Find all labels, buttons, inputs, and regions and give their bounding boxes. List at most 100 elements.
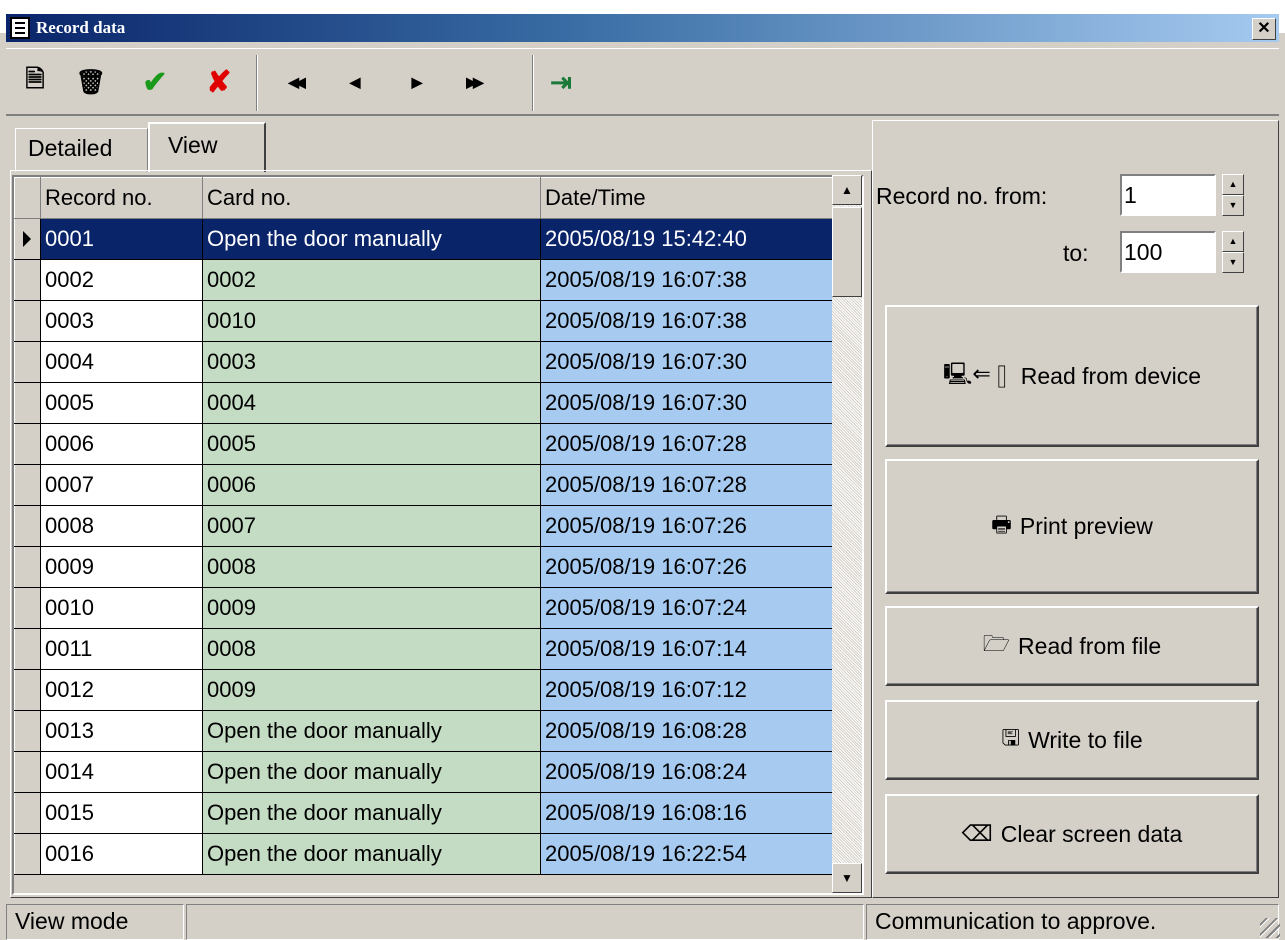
prev-record-icon[interactable]: ◀ (336, 63, 374, 101)
spin-up-icon[interactable]: ▲ (1222, 231, 1244, 252)
trash-icon[interactable]: 🗑 (72, 63, 110, 101)
cell-record-no[interactable]: 0005 (40, 382, 203, 424)
record-to-spinner[interactable]: ▲ ▼ (1222, 231, 1244, 273)
cell-record-no[interactable]: 0010 (40, 587, 203, 629)
row-indicator[interactable] (14, 218, 41, 260)
cell-date-time[interactable]: 2005/08/19 16:07:26 (540, 505, 833, 547)
record-from-spinner[interactable]: ▲ ▼ (1222, 174, 1244, 216)
row-indicator[interactable] (14, 751, 41, 793)
cell-card-no[interactable]: 0004 (202, 382, 541, 424)
records-grid[interactable]: Record no. Card no. Date/Time 0001 Open t… (12, 175, 864, 895)
cell-date-time[interactable]: 2005/08/19 16:07:38 (540, 259, 833, 301)
table-row[interactable]: 0011 0008 2005/08/19 16:07:14 (14, 628, 833, 670)
row-indicator[interactable] (14, 587, 41, 629)
table-row[interactable]: 0016 Open the door manually 2005/08/19 16:… (14, 833, 833, 875)
scroll-thumb[interactable] (832, 207, 862, 297)
cell-date-time[interactable]: 2005/08/19 16:07:30 (540, 341, 833, 383)
table-row[interactable]: 0008 0007 2005/08/19 16:07:26 (14, 505, 833, 547)
row-indicator[interactable] (14, 505, 41, 547)
column-header-card-no[interactable]: Card no. (202, 177, 541, 219)
spin-up-icon[interactable]: ▲ (1222, 174, 1244, 195)
row-indicator[interactable] (14, 341, 41, 383)
cell-date-time[interactable]: 2005/08/19 16:22:54 (540, 833, 833, 875)
cell-card-no[interactable]: 0005 (202, 423, 541, 465)
scroll-up-button[interactable]: ▲ (832, 175, 862, 205)
cell-date-time[interactable]: 2005/08/19 16:07:12 (540, 669, 833, 711)
cell-card-no[interactable]: 0007 (202, 505, 541, 547)
exit-icon[interactable]: ⇥ (542, 63, 580, 101)
table-row[interactable]: 0007 0006 2005/08/19 16:07:28 (14, 464, 833, 506)
cell-card-no[interactable]: Open the door manually (202, 751, 541, 793)
cell-card-no[interactable]: 0002 (202, 259, 541, 301)
cell-record-no[interactable]: 0011 (40, 628, 203, 670)
cell-date-time[interactable]: 2005/08/19 16:07:28 (540, 423, 833, 465)
cell-date-time[interactable]: 2005/08/19 16:08:16 (540, 792, 833, 834)
spin-down-icon[interactable]: ▼ (1222, 195, 1244, 216)
cell-card-no[interactable]: 0008 (202, 546, 541, 588)
table-row[interactable]: 0006 0005 2005/08/19 16:07:28 (14, 423, 833, 465)
row-indicator[interactable] (14, 382, 41, 424)
cell-date-time[interactable]: 2005/08/19 16:07:26 (540, 546, 833, 588)
row-indicator[interactable] (14, 464, 41, 506)
cell-card-no[interactable]: 0010 (202, 300, 541, 342)
spin-down-icon[interactable]: ▼ (1222, 252, 1244, 273)
row-indicator[interactable] (14, 710, 41, 752)
table-row[interactable]: 0002 0002 2005/08/19 16:07:38 (14, 259, 833, 301)
read-from-device-button[interactable]: 🖳⇐▯ Read from device (885, 305, 1259, 447)
cell-card-no[interactable]: Open the door manually (202, 710, 541, 752)
row-indicator[interactable] (14, 423, 41, 465)
cell-record-no[interactable]: 0002 (40, 259, 203, 301)
row-indicator[interactable] (14, 546, 41, 588)
cell-record-no[interactable]: 0013 (40, 710, 203, 752)
cell-record-no[interactable]: 0006 (40, 423, 203, 465)
cell-card-no[interactable]: Open the door manually (202, 792, 541, 834)
tab-view[interactable]: View (148, 122, 266, 172)
checkmark-icon[interactable]: ✔ (136, 63, 174, 101)
row-indicator[interactable] (14, 669, 41, 711)
cell-record-no[interactable]: 0016 (40, 833, 203, 875)
tab-detailed[interactable]: Detailed (15, 128, 148, 172)
table-row[interactable]: 0003 0010 2005/08/19 16:07:38 (14, 300, 833, 342)
cell-date-time[interactable]: 2005/08/19 16:07:30 (540, 382, 833, 424)
scroll-down-button[interactable]: ▼ (832, 863, 862, 893)
cell-card-no[interactable]: 0009 (202, 587, 541, 629)
cell-card-no[interactable]: Open the door manually (202, 218, 541, 260)
resize-grip[interactable] (1260, 918, 1280, 938)
cell-record-no[interactable]: 0007 (40, 464, 203, 506)
cell-date-time[interactable]: 2005/08/19 16:07:38 (540, 300, 833, 342)
row-indicator[interactable] (14, 300, 41, 342)
last-record-icon[interactable]: ▶▶ (454, 63, 492, 101)
cell-record-no[interactable]: 0015 (40, 792, 203, 834)
cell-date-time[interactable]: 2005/08/19 16:08:28 (540, 710, 833, 752)
cross-icon[interactable]: ✘ (200, 63, 238, 101)
first-record-icon[interactable]: ◀◀ (276, 63, 314, 101)
table-row[interactable]: 0013 Open the door manually 2005/08/19 16:… (14, 710, 833, 752)
read-from-file-button[interactable]: 🗁 Read from file (885, 606, 1259, 686)
table-row[interactable]: 0015 Open the door manually 2005/08/19 16:… (14, 792, 833, 834)
write-to-file-button[interactable]: 🖫 Write to file (885, 700, 1259, 780)
table-row[interactable]: 0001 Open the door manually 2005/08/19 15:… (14, 218, 833, 260)
vertical-scrollbar[interactable]: ▲ ▼ (832, 175, 862, 893)
close-button[interactable]: ✕ (1252, 18, 1276, 40)
cell-record-no[interactable]: 0009 (40, 546, 203, 588)
cell-date-time[interactable]: 2005/08/19 16:07:28 (540, 464, 833, 506)
cell-card-no[interactable]: 0008 (202, 628, 541, 670)
cell-date-time[interactable]: 2005/08/19 16:08:24 (540, 751, 833, 793)
row-indicator[interactable] (14, 833, 41, 875)
next-record-icon[interactable]: ▶ (398, 63, 436, 101)
cell-record-no[interactable]: 0012 (40, 669, 203, 711)
cell-record-no[interactable]: 0004 (40, 341, 203, 383)
table-row[interactable]: 0010 0009 2005/08/19 16:07:24 (14, 587, 833, 629)
record-from-input[interactable] (1120, 174, 1216, 216)
cell-card-no[interactable]: 0003 (202, 341, 541, 383)
cell-record-no[interactable]: 0001 (40, 218, 203, 260)
table-row[interactable]: 0012 0009 2005/08/19 16:07:12 (14, 669, 833, 711)
record-to-input[interactable] (1120, 231, 1216, 273)
clear-screen-data-button[interactable]: ⌫ Clear screen data (885, 794, 1259, 874)
cell-record-no[interactable]: 0003 (40, 300, 203, 342)
cell-card-no[interactable]: 0006 (202, 464, 541, 506)
edit-record-icon[interactable]: 🗎 (16, 63, 54, 101)
row-indicator[interactable] (14, 628, 41, 670)
cell-record-no[interactable]: 0014 (40, 751, 203, 793)
table-row[interactable]: 0009 0008 2005/08/19 16:07:26 (14, 546, 833, 588)
